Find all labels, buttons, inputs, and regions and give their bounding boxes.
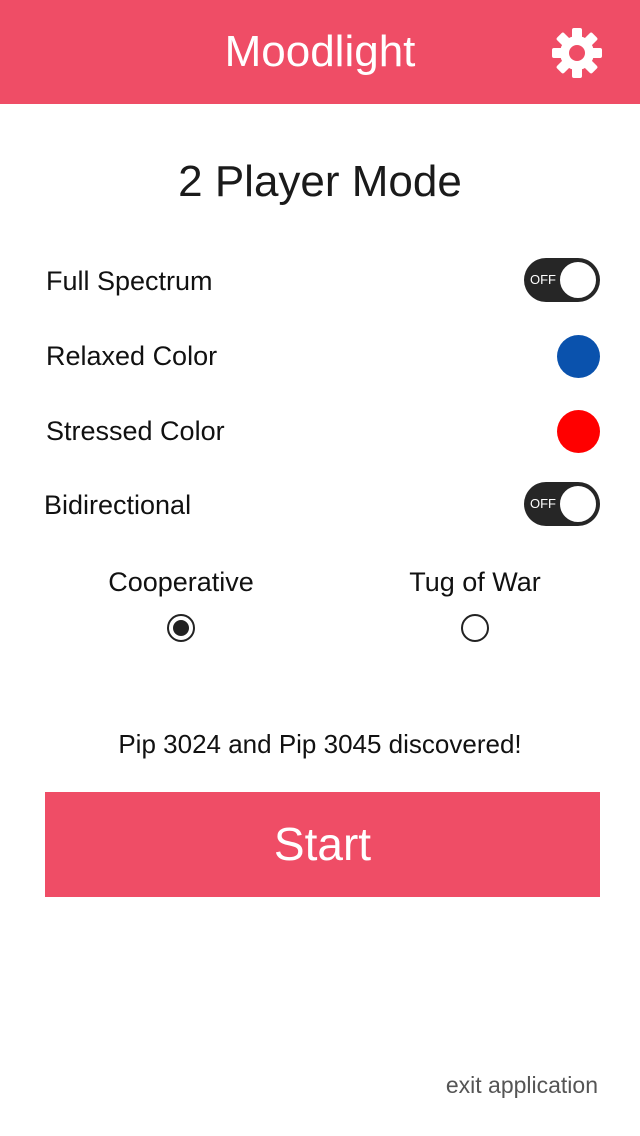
- start-button[interactable]: Start: [45, 792, 600, 897]
- relaxed-color-label: Relaxed Color: [46, 341, 218, 371]
- page-title: 2 Player Mode: [178, 157, 462, 206]
- toggle-state-text: OFF: [530, 272, 556, 287]
- stressed-color-swatch[interactable]: [557, 410, 600, 453]
- radio-option-cooperative[interactable]: Cooperative: [71, 562, 291, 652]
- gear-icon: [552, 28, 602, 78]
- app-title: Moodlight: [224, 27, 416, 76]
- bidirectional-toggle[interactable]: OFF: [524, 482, 600, 526]
- cooperative-radio[interactable]: [167, 614, 195, 642]
- tug-of-war-radio[interactable]: [461, 614, 489, 642]
- app-header: Moodlight: [0, 0, 640, 104]
- setting-row-stressed-color: Stressed Color: [46, 408, 600, 454]
- setting-row-bidirectional: Bidirectional OFF: [44, 482, 600, 528]
- discovery-status: Pip 3024 and Pip 3045 discovered!: [118, 729, 522, 759]
- cooperative-label: Cooperative: [108, 567, 254, 597]
- toggle-state-text: OFF: [530, 496, 556, 511]
- app-screen: Moodlight 2 Player Mode Full Spectrum OF…: [0, 0, 640, 1136]
- toggle-knob: [558, 260, 598, 300]
- setting-row-full-spectrum: Full Spectrum OFF: [46, 258, 600, 304]
- radio-selected-dot: [173, 620, 189, 636]
- setting-row-relaxed-color: Relaxed Color: [46, 333, 600, 379]
- toggle-knob: [558, 484, 598, 524]
- relaxed-color-swatch[interactable]: [557, 335, 600, 378]
- settings-button[interactable]: [550, 26, 604, 80]
- radio-option-tug-of-war[interactable]: Tug of War: [365, 562, 585, 652]
- bidirectional-label: Bidirectional: [44, 490, 192, 520]
- exit-application-link[interactable]: exit application: [446, 1068, 598, 1102]
- full-spectrum-toggle[interactable]: OFF: [524, 258, 600, 302]
- tug-of-war-label: Tug of War: [409, 567, 541, 597]
- stressed-color-label: Stressed Color: [46, 416, 225, 446]
- full-spectrum-label: Full Spectrum: [46, 266, 213, 296]
